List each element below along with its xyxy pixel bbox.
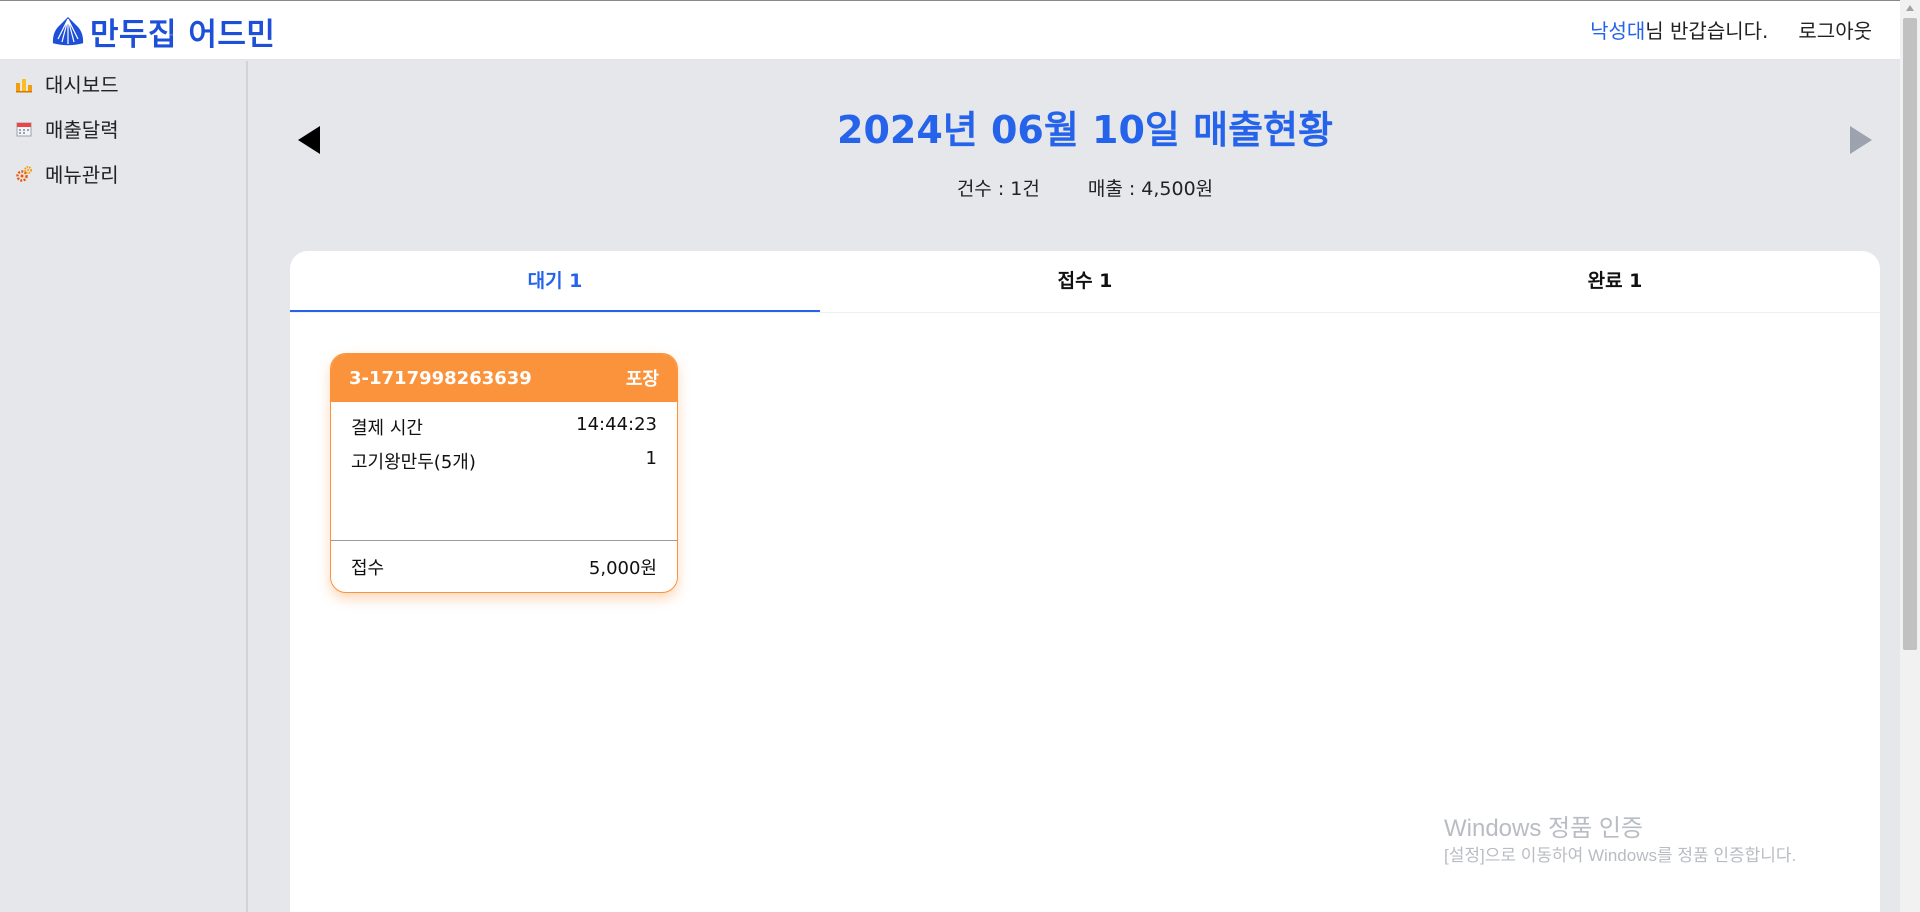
sidebar-item-dashboard[interactable]: 대시보드 [0,61,246,106]
calendar-icon [16,122,32,136]
tab-accepted[interactable]: 접수 1 [820,251,1350,312]
logo[interactable]: 만두집 어드민 [50,11,276,53]
user-area: 낙성대 님 반갑습니다. 로그아웃 [1590,15,1872,44]
sidebar-item-label: 대시보드 [45,73,119,97]
sidebar-item-label: 메뉴관리 [45,163,119,187]
page-title: 2024년 06월 10일 매출현황 [837,108,1333,152]
gear-icon [16,165,32,182]
order-item-row: 고기왕만두(5개) 1 [331,448,677,474]
windows-activation-title: Windows 정품 인증 [1444,815,1644,842]
scroll-up-arrow-icon[interactable] [1900,0,1920,16]
order-id: 3-1717998263639 [349,367,532,389]
order-card[interactable]: 3-1717998263639 포장 결제 시간 14:44:23 고기왕만두(… [330,353,678,593]
sales-stats: 건수 : 1건 매출 : 4,500원 [250,174,1920,201]
logo-text: 만두집 어드민 [90,16,276,53]
order-count: 건수 : 1건 [956,178,1040,200]
sidebar-item-menu[interactable]: 메뉴관리 [0,151,246,196]
page-scrollbar[interactable] [1900,0,1920,912]
user-name: 낙성대 [1590,19,1646,43]
dumpling-logo-icon [52,17,84,47]
next-day-arrow-icon[interactable] [1848,124,1874,156]
logout-button[interactable]: 로그아웃 [1798,15,1872,44]
greeting-text: 님 반갑습니다. [1645,19,1769,43]
top-header: 만두집 어드민 낙성대 님 반갑습니다. 로그아웃 [0,0,1900,60]
payment-time-value: 14:44:23 [576,414,657,435]
order-tabs: 대기 1 접수 1 완료 1 [290,251,1880,313]
tab-completed[interactable]: 완료 1 [1350,251,1880,312]
order-item-qty: 1 [645,448,657,469]
payment-time-row: 결제 시간 14:44:23 [331,414,677,440]
sidebar: 대시보드 매출달력 메뉴관리 [0,61,248,912]
dashboard-chart-icon [16,78,32,92]
order-type: 포장 [625,369,659,390]
sales-total: 매출 : 4,500원 [1087,178,1214,200]
accept-order-button[interactable]: 접수 [351,554,384,580]
sidebar-item-label: 매출달력 [45,118,119,142]
order-card-footer: 접수 5,000원 [331,540,677,592]
order-card-header: 3-1717998263639 포장 [331,354,677,402]
scrollbar-thumb[interactable] [1903,18,1917,650]
main-content: 2024년 06월 10일 매출현황 건수 : 1건 매출 : 4,500원 대기… [250,61,1900,912]
order-total: 5,000원 [588,557,657,579]
tab-waiting[interactable]: 대기 1 [290,251,820,312]
order-item-name: 고기왕만두(5개) [351,452,476,473]
windows-activation-subtitle: [설정]으로 이동하여 Windows를 정품 인증합니다. [1444,846,1797,865]
payment-time-label: 결제 시간 [351,418,423,439]
sidebar-item-calendar[interactable]: 매출달력 [0,106,246,151]
